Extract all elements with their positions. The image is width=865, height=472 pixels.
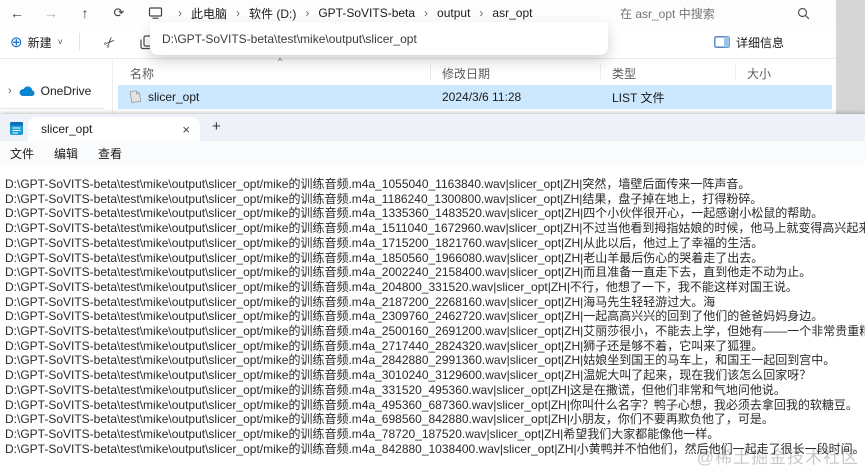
file-date: 2024/3/6 11:28 — [442, 90, 521, 104]
notepad-window: slicer_opt × + 文件编辑查看 D:\GPT-SoVITS-beta… — [0, 114, 865, 472]
breadcrumb-item[interactable]: asr_opt — [486, 5, 538, 21]
file-explorer-window: ← → ↑ ⟳ ›此电脑›软件 (D:)›GPT-SoVITS-beta›out… — [0, 0, 836, 114]
breadcrumb-item[interactable]: 软件 (D:) — [243, 4, 302, 23]
search-placeholder: 在 asr_opt 中搜索 — [620, 5, 797, 22]
tab-slicer-opt[interactable]: slicer_opt × — [28, 117, 200, 141]
column-date[interactable]: 修改日期 — [442, 65, 490, 82]
chevron-down-icon: ˅ — [58, 37, 63, 47]
text-line: D:\GPT-SoVITS-beta\test\mike\output\slic… — [0, 309, 865, 324]
column-divider[interactable] — [735, 64, 736, 80]
text-line: D:\GPT-SoVITS-beta\test\mike\output\slic… — [0, 192, 865, 207]
forward-icon[interactable]: → — [34, 5, 68, 21]
new-button-label: 新建 — [28, 34, 52, 51]
refresh-icon[interactable]: ⟳ — [102, 5, 136, 21]
file-name[interactable]: slicer_opt — [148, 90, 199, 104]
text-line: D:\GPT-SoVITS-beta\test\mike\output\slic… — [0, 339, 865, 354]
tab-title: slicer_opt — [41, 122, 182, 136]
up-icon[interactable]: ↑ — [68, 5, 102, 21]
text-line: D:\GPT-SoVITS-beta\test\mike\output\slic… — [0, 206, 865, 221]
breadcrumb-chevron-icon: › — [235, 6, 241, 20]
text-line: D:\GPT-SoVITS-beta\test\mike\output\slic… — [0, 368, 865, 383]
back-icon[interactable]: ← — [0, 5, 34, 21]
breadcrumb: ›此电脑›软件 (D:)›GPT-SoVITS-beta›output›asr_… — [177, 4, 538, 23]
editor-lines[interactable]: D:\GPT-SoVITS-beta\test\mike\output\slic… — [0, 165, 865, 472]
text-line: D:\GPT-SoVITS-beta\test\mike\output\slic… — [0, 221, 865, 236]
explorer-sidebar: › OneDrive — [0, 58, 113, 114]
breadcrumb-item[interactable]: output — [431, 5, 476, 21]
sidebar-item-onedrive[interactable]: › OneDrive — [8, 84, 112, 98]
menu-item-编辑[interactable]: 编辑 — [44, 145, 88, 162]
column-type[interactable]: 类型 — [612, 65, 636, 82]
search-input[interactable]: 在 asr_opt 中搜索 — [608, 2, 820, 24]
scissors-icon: ✂ — [100, 32, 120, 52]
text-line: D:\GPT-SoVITS-beta\test\mike\output\slic… — [0, 353, 865, 368]
text-line: D:\GPT-SoVITS-beta\test\mike\output\slic… — [0, 427, 865, 442]
breadcrumb-chevron-icon: › — [304, 6, 310, 20]
column-size[interactable]: 大小 — [747, 65, 771, 82]
sidebar-item-label: OneDrive — [41, 84, 92, 98]
search-icon[interactable] — [797, 7, 810, 20]
notepad-tab-bar: slicer_opt × + — [0, 114, 865, 141]
cut-button[interactable]: ✂ — [104, 34, 116, 51]
column-divider[interactable] — [600, 64, 601, 80]
breadcrumb-chevron-icon: › — [478, 6, 484, 20]
notepad-menu-bar: 文件编辑查看 — [0, 141, 865, 166]
tab-close-icon[interactable]: × — [182, 122, 190, 137]
column-headers: ^ 名称 修改日期 类型 大小 — [118, 62, 832, 82]
toolbar-divider — [79, 33, 80, 51]
plus-circle-icon: ⊕ — [10, 35, 23, 50]
notepad-app-icon — [9, 120, 24, 136]
expand-chevron-icon[interactable]: › — [8, 85, 12, 97]
breadcrumb-item[interactable]: GPT-SoVITS-beta — [312, 5, 421, 21]
onedrive-cloud-icon — [18, 86, 35, 97]
new-button[interactable]: ⊕ 新建 ˅ — [10, 34, 63, 51]
breadcrumb-chevron-icon: › — [177, 6, 183, 20]
details-pane-toggle[interactable]: 详细信息 — [714, 26, 784, 58]
text-line: D:\GPT-SoVITS-beta\test\mike\output\slic… — [0, 383, 865, 398]
file-row-selected[interactable]: slicer_opt 2024/3/6 11:28 LIST 文件 — [118, 85, 832, 109]
this-pc-icon — [148, 6, 163, 20]
address-dropdown[interactable]: D:\GPT-SoVITS-beta\test\mike\output\slic… — [150, 22, 608, 55]
new-tab-icon[interactable]: + — [212, 118, 221, 135]
column-divider[interactable] — [430, 64, 431, 80]
text-line: D:\GPT-SoVITS-beta\test\mike\output\slic… — [0, 295, 865, 310]
text-line: D:\GPT-SoVITS-beta\test\mike\output\slic… — [0, 251, 865, 266]
text-line: D:\GPT-SoVITS-beta\test\mike\output\slic… — [0, 412, 865, 427]
text-line: D:\GPT-SoVITS-beta\test\mike\output\slic… — [0, 236, 865, 251]
details-pane-icon — [714, 36, 730, 48]
watermark: @稀土掘金技术社区 — [697, 443, 859, 468]
details-pane-label: 详细信息 — [736, 34, 784, 51]
file-icon — [128, 89, 143, 104]
sidebar-divider — [0, 108, 104, 109]
text-line: D:\GPT-SoVITS-beta\test\mike\output\slic… — [0, 324, 865, 339]
address-dropdown-path[interactable]: D:\GPT-SoVITS-beta\test\mike\output\slic… — [162, 32, 417, 46]
text-line: D:\GPT-SoVITS-beta\test\mike\output\slic… — [0, 398, 865, 413]
breadcrumb-item[interactable]: 此电脑 — [185, 4, 233, 23]
column-name[interactable]: 名称 — [130, 65, 154, 82]
text-line: D:\GPT-SoVITS-beta\test\mike\output\slic… — [0, 265, 865, 280]
menu-item-查看[interactable]: 查看 — [88, 145, 132, 162]
file-type: LIST 文件 — [612, 89, 664, 106]
menu-item-文件[interactable]: 文件 — [0, 145, 44, 162]
text-line: D:\GPT-SoVITS-beta\test\mike\output\slic… — [0, 177, 865, 192]
sort-ascending-icon: ^ — [278, 56, 282, 66]
screen: ← → ↑ ⟳ ›此电脑›软件 (D:)›GPT-SoVITS-beta›out… — [0, 0, 865, 472]
text-line: D:\GPT-SoVITS-beta\test\mike\output\slic… — [0, 280, 865, 295]
breadcrumb-chevron-icon: › — [423, 6, 429, 20]
